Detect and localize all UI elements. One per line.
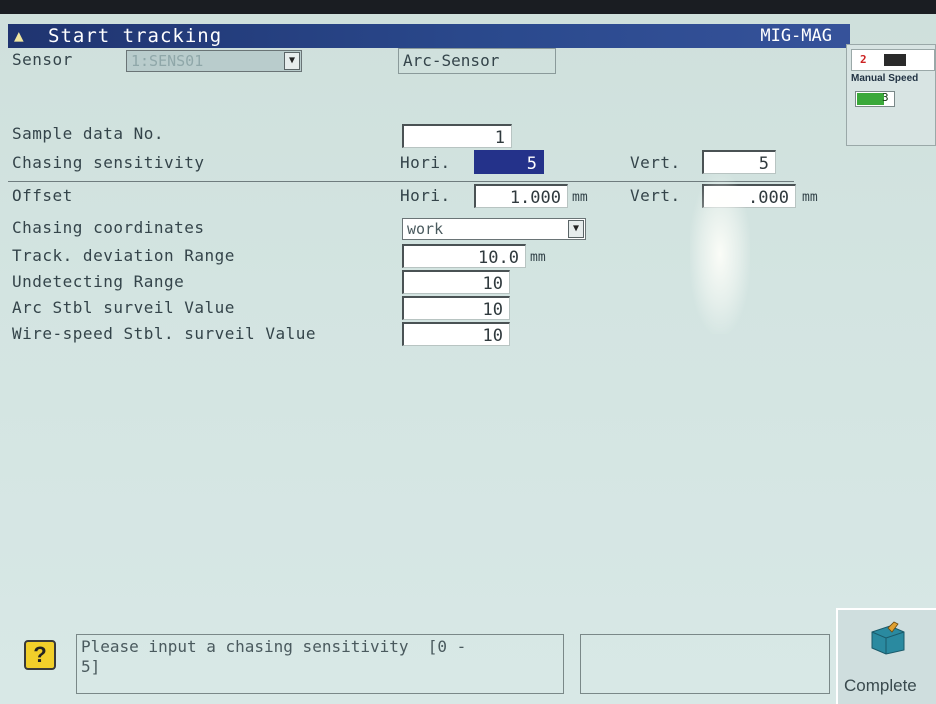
offset-hori-unit: mm (572, 190, 588, 205)
offset-label: Offset (12, 186, 73, 205)
manual-speed-label: Manual Speed (851, 73, 919, 84)
undetecting-range-field[interactable]: 10 (402, 270, 510, 294)
offset-vert-field[interactable]: .000 (702, 184, 796, 208)
chasing-coordinates-value: work (407, 220, 444, 238)
sensitivity-vert-label: Vert. (630, 153, 681, 172)
pin-icon: ▲ (14, 26, 24, 45)
speed-bar-fill (857, 93, 884, 105)
window-title: Start tracking (48, 25, 223, 47)
offset-vert-label: Vert. (630, 186, 681, 205)
chevron-down-icon[interactable]: ▼ (284, 52, 300, 70)
wire-speed-stbl-field[interactable]: 10 (402, 322, 510, 346)
status-secondary (580, 634, 830, 694)
chasing-coordinates-select[interactable]: work ▼ (402, 218, 586, 240)
chasing-sensitivity-label: Chasing sensitivity (12, 153, 205, 172)
manual-speed-panel: 2 Manual Speed 3 (846, 44, 936, 146)
chevron-down-icon[interactable]: ▼ (568, 220, 584, 238)
speed-indicator-block (884, 54, 906, 66)
wire-speed-stbl-label: Wire-speed Stbl. surveil Value (12, 324, 316, 343)
status-message: Please input a chasing sensitivity [0 - … (76, 634, 564, 694)
complete-button[interactable]: Complete (836, 608, 936, 704)
title-bar: ▲ Start tracking MIG-MAG (8, 24, 850, 48)
arc-stbl-label: Arc Stbl surveil Value (12, 298, 235, 317)
sensitivity-hori-label: Hori. (400, 153, 451, 172)
sensor-label: Sensor (12, 50, 73, 69)
speed-indicator: 2 (851, 49, 935, 71)
sensitivity-vert-field[interactable]: 5 (702, 150, 776, 174)
process-label: MIG-MAG (760, 26, 832, 46)
sensitivity-hori-field[interactable]: 5 (474, 150, 544, 174)
speed-bar-text: 3 (882, 91, 889, 104)
chasing-coordinates-label: Chasing coordinates (12, 218, 205, 237)
complete-label: Complete (844, 676, 917, 695)
offset-vert-unit: mm (802, 190, 818, 205)
undetecting-range-label: Undetecting Range (12, 272, 185, 291)
sensor-type-label: Arc-Sensor (398, 48, 556, 74)
divider (8, 181, 794, 182)
offset-hori-field[interactable]: 1.000 (474, 184, 568, 208)
track-deviation-unit: mm (530, 250, 546, 265)
help-icon[interactable]: ? (24, 640, 56, 670)
speed-indicator-value: 2 (860, 53, 867, 66)
folder-check-icon (871, 621, 905, 655)
sensor-select[interactable]: 1:SENS01 ▼ (126, 50, 302, 72)
teach-pendant-screen: ▲ Start tracking MIG-MAG Sensor 1:SENS01… (0, 14, 936, 704)
track-deviation-field[interactable]: 10.0 (402, 244, 526, 268)
track-deviation-label: Track. deviation Range (12, 246, 235, 265)
sensor-value: 1:SENS01 (131, 52, 204, 70)
sample-data-label: Sample data No. (12, 124, 164, 143)
speed-bar: 3 (855, 91, 895, 107)
offset-hori-label: Hori. (400, 186, 451, 205)
arc-stbl-field[interactable]: 10 (402, 296, 510, 320)
sample-data-field[interactable]: 1 (402, 124, 512, 148)
